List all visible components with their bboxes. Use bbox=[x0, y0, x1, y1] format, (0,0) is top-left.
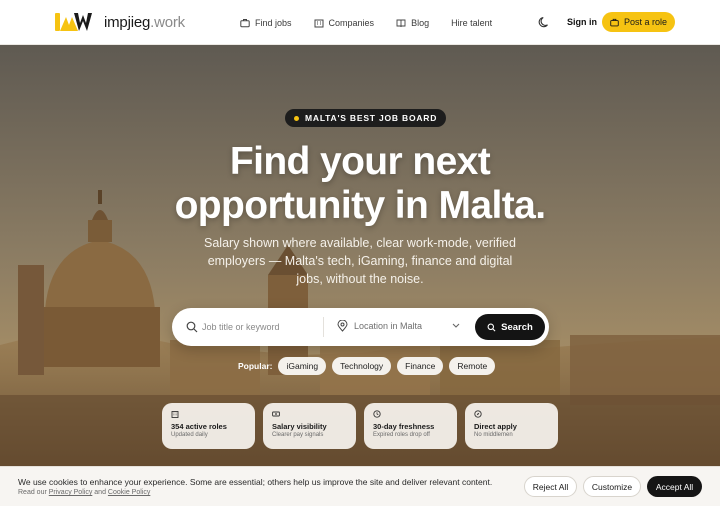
search-divider bbox=[323, 317, 324, 337]
feature-card-salary: Salary visibility Clearer pay signals bbox=[263, 403, 356, 449]
reject-all-button[interactable]: Reject All bbox=[524, 476, 577, 497]
briefcase-icon bbox=[240, 18, 250, 27]
feature-title: 354 active roles bbox=[171, 422, 227, 431]
search-icon bbox=[186, 321, 198, 333]
primary-nav: Find jobs Companies Blog Hire talent bbox=[240, 0, 492, 45]
chip-finance[interactable]: Finance bbox=[397, 357, 444, 375]
post-role-button[interactable]: Post a role bbox=[602, 12, 676, 32]
cookie-read-prefix: Read our bbox=[18, 489, 47, 496]
moon-icon[interactable] bbox=[538, 15, 552, 29]
keyword-input[interactable] bbox=[202, 319, 317, 335]
feature-title: Salary visibility bbox=[272, 422, 327, 431]
search-button-label: Search bbox=[501, 321, 533, 333]
building-icon bbox=[314, 19, 324, 27]
feature-card-active-roles: 354 active roles Updated daily bbox=[162, 403, 255, 449]
feature-subtitle: No middlemen bbox=[474, 432, 513, 438]
hero-badge: MALTA'S BEST JOB BOARD bbox=[285, 109, 447, 127]
clock-icon bbox=[373, 410, 381, 418]
briefcase-icon bbox=[610, 18, 619, 26]
cookie-banner: We use cookies to enhance your experienc… bbox=[0, 466, 720, 506]
nav-companies-label: Companies bbox=[328, 17, 375, 28]
privacy-policy-link[interactable]: Privacy Policy bbox=[49, 489, 93, 496]
nav-find-jobs[interactable]: Find jobs bbox=[240, 18, 292, 28]
brand-name: impjieg.work bbox=[104, 13, 185, 31]
hero-badge-label: MALTA'S BEST JOB BOARD bbox=[305, 113, 438, 123]
feature-card-direct-apply: Direct apply No middlemen bbox=[465, 403, 558, 449]
top-navbar: impjieg.work Find jobs Companies Blog Hi… bbox=[0, 0, 720, 45]
chevron-down-icon[interactable] bbox=[452, 323, 460, 329]
post-role-label: Post a role bbox=[624, 17, 668, 27]
cookie-policy-links: Read our Privacy Policy and Cookie Polic… bbox=[18, 489, 150, 496]
hero-subline: Salary shown where available, clear work… bbox=[204, 236, 516, 286]
compass-icon bbox=[474, 410, 482, 418]
cookie-and: and bbox=[94, 489, 106, 496]
feature-title: 30-day freshness bbox=[373, 422, 435, 431]
nav-find-jobs-label: Find jobs bbox=[255, 17, 292, 28]
chip-igaming[interactable]: iGaming bbox=[278, 357, 327, 375]
feature-title: Direct apply bbox=[474, 422, 517, 431]
popular-searches: Popular: iGaming Technology Finance Remo… bbox=[238, 357, 496, 375]
location-select[interactable]: Location in Malta bbox=[354, 321, 422, 331]
sign-in-link[interactable]: Sign in bbox=[567, 17, 597, 27]
hero-headline-line2: opportunity in Malta. bbox=[174, 184, 546, 227]
chip-remote[interactable]: Remote bbox=[449, 357, 496, 375]
brand-logo[interactable]: impjieg.work bbox=[54, 11, 185, 33]
nav-blog-label: Blog bbox=[411, 17, 430, 28]
job-search-bar: Location in Malta Search bbox=[172, 308, 549, 346]
location-pin-icon bbox=[337, 320, 348, 332]
nav-hire-talent[interactable]: Hire talent bbox=[451, 18, 492, 28]
feature-cards: 354 active roles Updated daily Salary vi… bbox=[162, 403, 558, 449]
cookie-message: We use cookies to enhance your experienc… bbox=[18, 477, 493, 487]
feature-card-freshness: 30-day freshness Expired roles drop off bbox=[364, 403, 457, 449]
building-icon bbox=[171, 411, 179, 418]
hero-section: MALTA'S BEST JOB BOARD Find your next op… bbox=[0, 45, 720, 506]
popular-label: Popular: bbox=[238, 361, 273, 371]
search-icon bbox=[487, 323, 496, 331]
hero-headline-line1: Find your next bbox=[229, 140, 491, 183]
logo-mark-icon bbox=[55, 13, 92, 31]
search-button[interactable]: Search bbox=[475, 314, 545, 340]
feature-subtitle: Expired roles drop off bbox=[373, 432, 430, 438]
accept-all-button[interactable]: Accept All bbox=[647, 476, 702, 497]
hero-headline: Find your next opportunity in Malta. bbox=[0, 140, 720, 228]
feature-subtitle: Clearer pay signals bbox=[272, 432, 324, 438]
nav-hire-talent-label: Hire talent bbox=[451, 17, 493, 28]
feature-subtitle: Updated daily bbox=[171, 432, 208, 438]
nav-blog[interactable]: Blog bbox=[396, 18, 429, 28]
book-icon bbox=[396, 19, 406, 27]
cookie-policy-link[interactable]: Cookie Policy bbox=[108, 489, 150, 496]
chip-technology[interactable]: Technology bbox=[332, 357, 392, 375]
cash-icon bbox=[272, 411, 280, 417]
customize-button[interactable]: Customize bbox=[583, 476, 641, 497]
badge-dot-icon bbox=[294, 115, 299, 121]
nav-companies[interactable]: Companies bbox=[314, 17, 375, 28]
